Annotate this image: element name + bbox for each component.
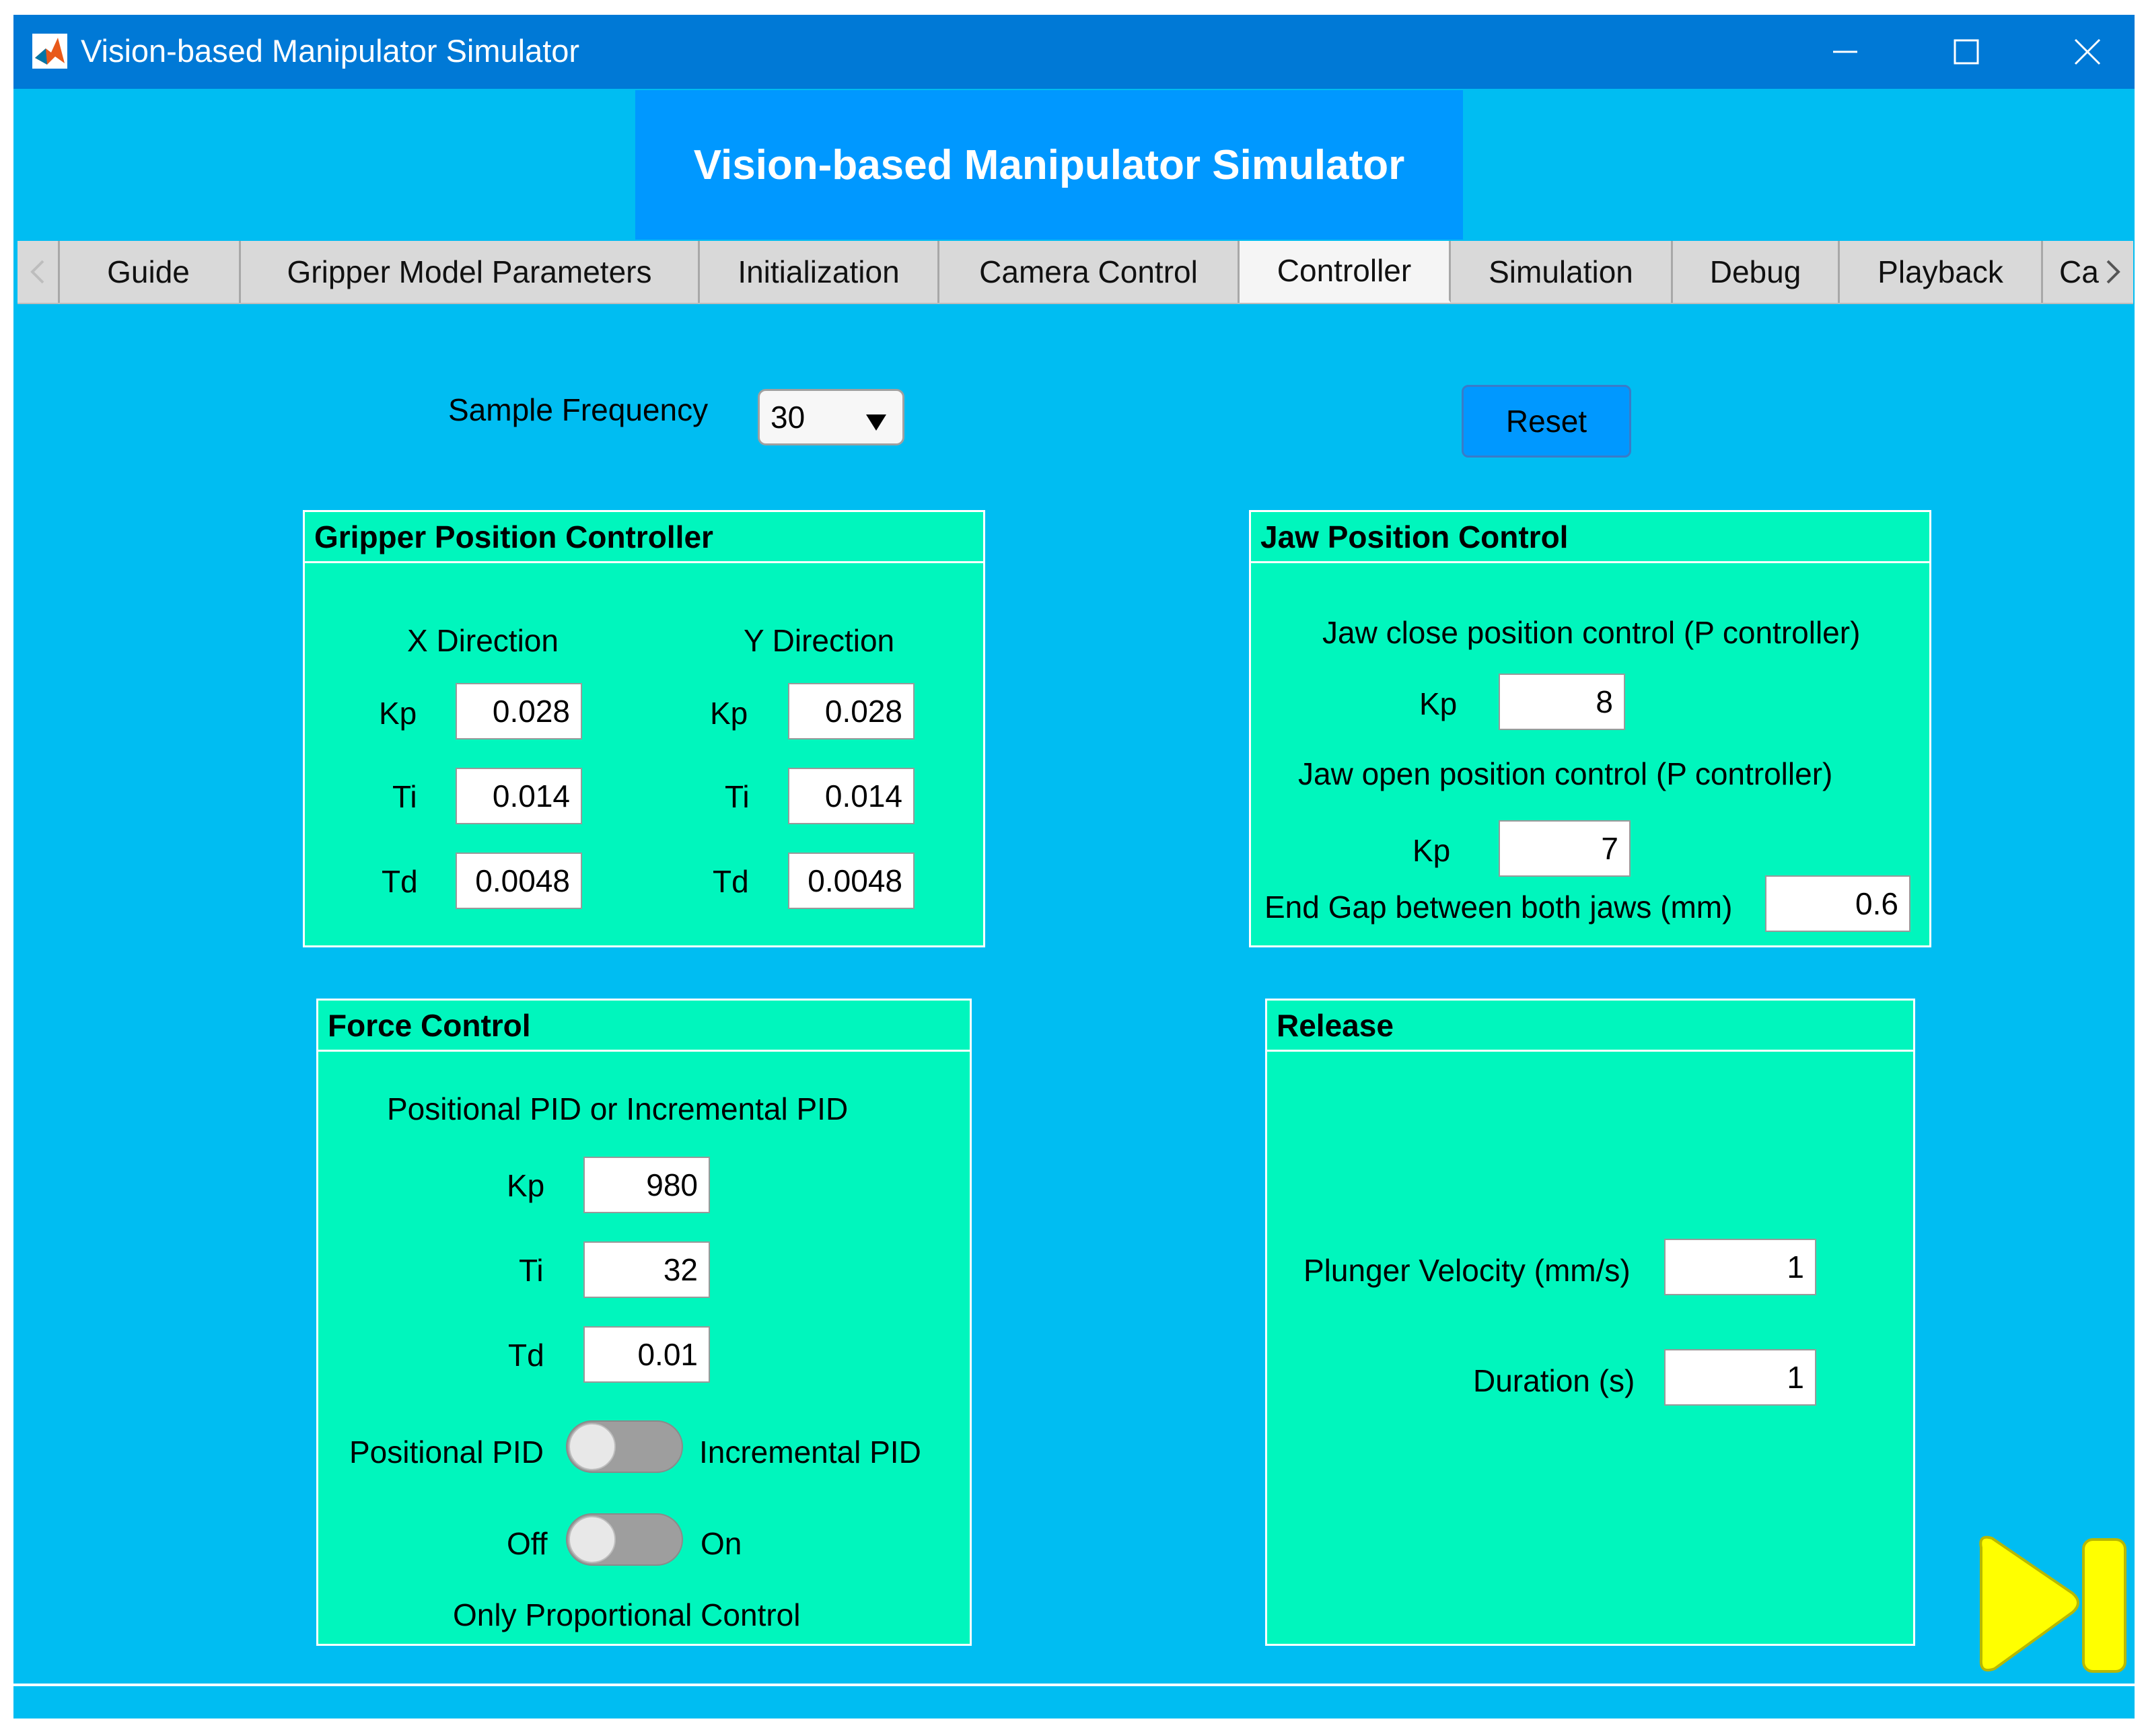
- matlab-icon: [32, 34, 67, 69]
- status-bar-divider: [13, 1684, 2135, 1686]
- x-ti-field[interactable]: 0.014: [456, 768, 582, 824]
- jaw-open-kp-field[interactable]: 7: [1499, 820, 1631, 877]
- x-ti-label: Ti: [392, 779, 417, 814]
- maximize-button[interactable]: [1906, 15, 2027, 89]
- tab-bar: Guide Gripper Model Parameters Initializ…: [17, 241, 2133, 304]
- jaw-position-panel: Jaw Position Control Jaw close position …: [1249, 510, 1931, 947]
- x-kp-field[interactable]: 0.028: [456, 683, 582, 739]
- force-ti-field[interactable]: 32: [583, 1241, 710, 1298]
- proportional-only-toggle[interactable]: [566, 1513, 683, 1566]
- tab-debug[interactable]: Debug: [1673, 241, 1840, 303]
- proportional-off-label: Off: [507, 1526, 548, 1561]
- gripper-position-panel: Gripper Position Controller X Direction …: [303, 510, 985, 947]
- force-control-heading: Positional PID or Incremental PID: [387, 1091, 849, 1126]
- tab-camera-control[interactable]: Camera Control: [939, 241, 1240, 303]
- proportional-on-label: On: [701, 1526, 742, 1561]
- tab-camera-truncated[interactable]: Ca: [2043, 241, 2100, 303]
- tab-scroll-right[interactable]: [2093, 241, 2133, 303]
- proportional-caption: Only Proportional Control: [453, 1597, 801, 1632]
- jaw-close-heading: Jaw close position control (P controller…: [1322, 615, 1861, 650]
- end-gap-label: End Gap between both jaws (mm): [1264, 890, 1733, 925]
- skip-forward-icon[interactable]: [1972, 1530, 2133, 1675]
- tab-initialization[interactable]: Initialization: [700, 241, 939, 303]
- y-kp-label: Kp: [710, 696, 748, 731]
- dropdown-arrow-icon: [865, 404, 888, 441]
- y-kp-field[interactable]: 0.028: [788, 683, 915, 739]
- reset-button-label: Reset: [1505, 404, 1587, 439]
- y-direction-heading: Y Direction: [744, 623, 895, 658]
- chevron-left-icon: [30, 260, 44, 284]
- tab-simulation[interactable]: Simulation: [1451, 241, 1673, 303]
- tab-playback[interactable]: Playback: [1840, 241, 2043, 303]
- force-kp-label: Kp: [507, 1168, 545, 1203]
- panel-title: Gripper Position Controller: [305, 512, 983, 563]
- force-td-label: Td: [508, 1338, 544, 1373]
- pid-mode-toggle[interactable]: [566, 1420, 683, 1473]
- y-td-field[interactable]: 0.0048: [788, 853, 915, 909]
- positional-pid-label: Positional PID: [349, 1435, 544, 1470]
- y-ti-field[interactable]: 0.014: [788, 768, 915, 824]
- jaw-open-heading: Jaw open position control (P controller): [1298, 756, 1833, 791]
- reset-button[interactable]: Reset: [1462, 385, 1631, 458]
- force-ti-label: Ti: [519, 1253, 544, 1288]
- app-window: Vision-based Manipulator Simulator Visio…: [13, 15, 2135, 1719]
- minimize-button[interactable]: [1785, 15, 1906, 89]
- duration-field[interactable]: 1: [1664, 1349, 1816, 1406]
- tab-controller[interactable]: Controller: [1240, 241, 1451, 303]
- sample-frequency-value: 30: [771, 400, 806, 435]
- sample-frequency-dropdown[interactable]: 30: [758, 389, 904, 445]
- tab-scroll-left[interactable]: [17, 241, 60, 303]
- plunger-velocity-field[interactable]: 1: [1664, 1239, 1816, 1295]
- panel-title: Jaw Position Control: [1251, 512, 1929, 563]
- toggle-knob: [569, 1423, 616, 1470]
- end-gap-field[interactable]: 0.6: [1765, 875, 1910, 932]
- release-panel: Release Plunger Velocity (mm/s) 1 Durati…: [1265, 999, 1915, 1646]
- panel-title: Release: [1267, 1001, 1913, 1052]
- x-kp-label: Kp: [379, 696, 417, 731]
- y-ti-label: Ti: [725, 779, 750, 814]
- app-header: Vision-based Manipulator Simulator: [635, 90, 1463, 240]
- title-bar: Vision-based Manipulator Simulator: [13, 15, 2135, 89]
- window-title: Vision-based Manipulator Simulator: [81, 33, 580, 69]
- chevron-right-icon: [2106, 260, 2120, 284]
- force-kp-field[interactable]: 980: [583, 1157, 710, 1213]
- minimize-icon: [1833, 50, 1857, 53]
- close-button[interactable]: [2027, 15, 2146, 89]
- jaw-close-kp-field[interactable]: 8: [1499, 674, 1625, 730]
- x-direction-heading: X Direction: [407, 623, 559, 658]
- jaw-open-kp-label: Kp: [1412, 833, 1451, 868]
- force-td-field[interactable]: 0.01: [583, 1326, 710, 1383]
- plunger-velocity-label: Plunger Velocity (mm/s): [1303, 1253, 1631, 1288]
- y-td-label: Td: [713, 864, 749, 899]
- app-header-title: Vision-based Manipulator Simulator: [693, 141, 1405, 188]
- incremental-pid-label: Incremental PID: [699, 1435, 921, 1470]
- close-icon: [2074, 38, 2101, 65]
- duration-label: Duration (s): [1473, 1363, 1635, 1398]
- toggle-knob: [569, 1516, 616, 1563]
- tab-guide[interactable]: Guide: [58, 241, 241, 303]
- x-td-label: Td: [382, 864, 418, 899]
- tab-gripper-model-parameters[interactable]: Gripper Model Parameters: [241, 241, 700, 303]
- sample-frequency-label: Sample Frequency: [448, 392, 709, 427]
- force-control-panel: Force Control Positional PID or Incremen…: [316, 999, 972, 1646]
- panel-title: Force Control: [318, 1001, 970, 1052]
- maximize-icon: [1954, 39, 1979, 65]
- x-td-field[interactable]: 0.0048: [456, 853, 582, 909]
- jaw-close-kp-label: Kp: [1419, 686, 1458, 721]
